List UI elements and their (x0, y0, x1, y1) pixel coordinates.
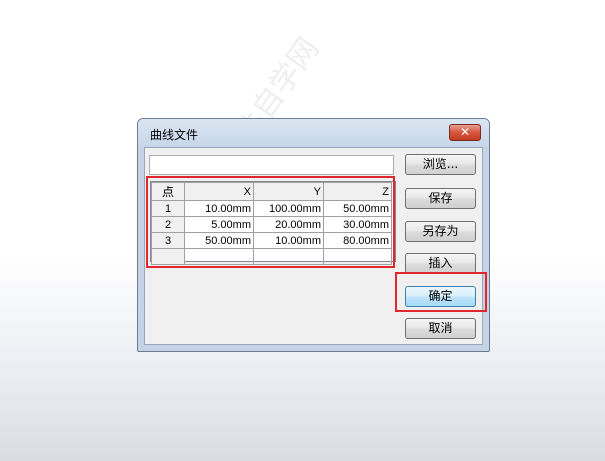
row-number: 3 (151, 232, 185, 249)
row-number: 1 (151, 200, 185, 217)
cell-z[interactable]: 80.00mm (323, 232, 392, 249)
cell-x[interactable]: 50.00mm (184, 232, 254, 249)
cancel-button[interactable]: 取消 (405, 318, 476, 339)
table-row[interactable]: 2 5.00mm 20.00mm 30.00mm (151, 216, 392, 233)
header-x: X (184, 182, 254, 201)
header-point: 点 (151, 182, 185, 201)
dialog-title: 曲线文件 (150, 128, 199, 142)
cell-x[interactable]: 5.00mm (184, 216, 254, 233)
browse-button[interactable]: 浏览... (405, 154, 476, 175)
cell-z[interactable] (323, 248, 392, 265)
save-button[interactable]: 保存 (405, 188, 476, 209)
row-number: 2 (151, 216, 185, 233)
cell-x[interactable] (184, 248, 254, 265)
cell-y[interactable]: 20.00mm (253, 216, 324, 233)
cell-x[interactable]: 10.00mm (184, 200, 254, 217)
cell-y[interactable]: 10.00mm (253, 232, 324, 249)
ok-button[interactable]: 确定 (405, 286, 476, 307)
table-header-row: 点 X Y Z (151, 182, 392, 201)
cell-y[interactable] (253, 248, 324, 265)
header-y: Y (253, 182, 324, 201)
table-row-empty[interactable] (151, 248, 392, 265)
close-button[interactable]: ✕ (449, 124, 481, 141)
save-as-button[interactable]: 另存为 (405, 221, 476, 242)
insert-button[interactable]: 插入 (405, 253, 476, 274)
title-bar[interactable]: 曲线文件 ✕ (138, 119, 489, 147)
header-z: Z (323, 182, 392, 201)
points-table[interactable]: 点 X Y Z 1 10.00mm 100.00mm 50.00mm 2 5.0… (150, 181, 396, 265)
cell-z[interactable]: 50.00mm (323, 200, 392, 217)
cell-z[interactable]: 30.00mm (323, 216, 392, 233)
curve-file-dialog: 曲线文件 ✕ 点 X Y Z 1 10.00mm 100.00mm 50.00m… (137, 118, 490, 352)
row-number (151, 248, 185, 265)
dialog-client-area: 点 X Y Z 1 10.00mm 100.00mm 50.00mm 2 5.0… (144, 147, 483, 345)
cell-y[interactable]: 100.00mm (253, 200, 324, 217)
table-row[interactable]: 3 50.00mm 10.00mm 80.00mm (151, 232, 392, 249)
close-icon: ✕ (459, 125, 471, 139)
table-row[interactable]: 1 10.00mm 100.00mm 50.00mm (151, 200, 392, 217)
file-path-input[interactable] (149, 155, 394, 175)
